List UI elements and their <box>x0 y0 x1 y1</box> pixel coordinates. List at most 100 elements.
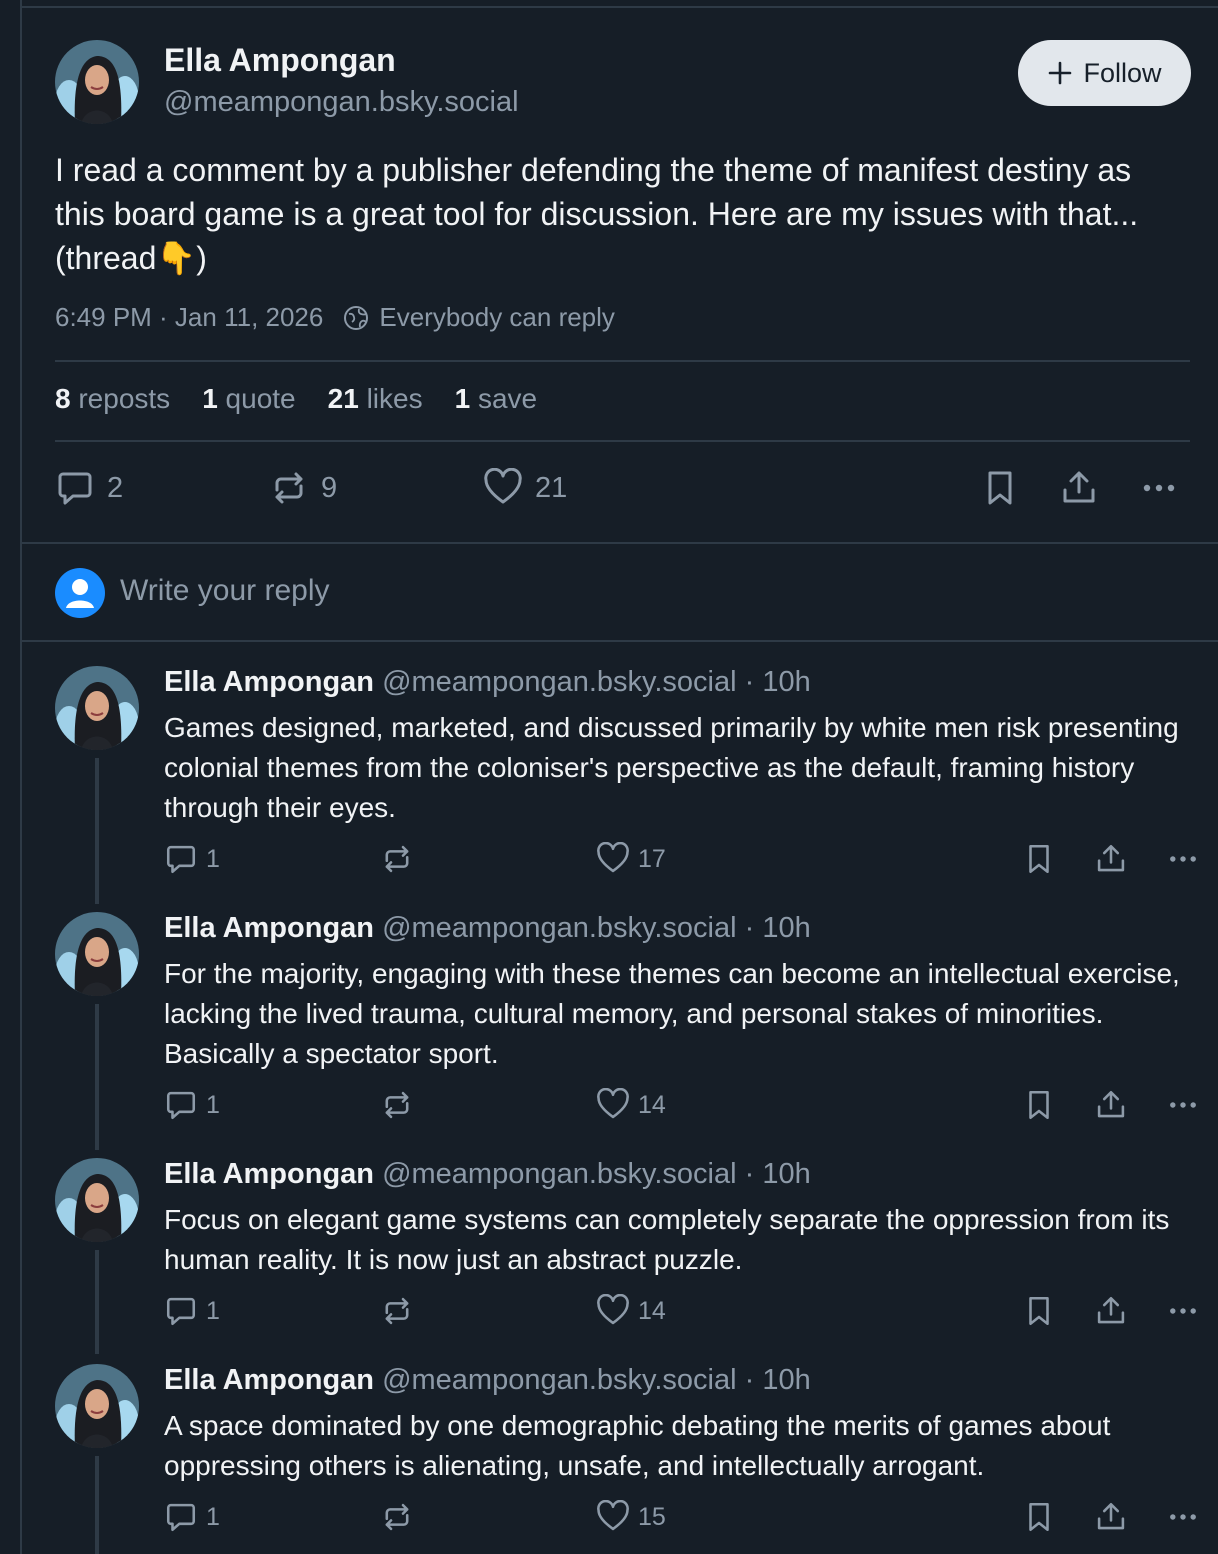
post-meta: 6:49 PM · Jan 11, 2026 Everybody can rep… <box>55 302 615 333</box>
like-count: 21 <box>535 471 568 504</box>
reply-button[interactable]: 2 <box>55 468 123 508</box>
reply-count: 1 <box>206 1296 220 1325</box>
author-avatar[interactable] <box>55 666 139 750</box>
like-button[interactable]: 15 <box>596 1500 666 1534</box>
like-count: 14 <box>638 1090 666 1119</box>
repost-arrows-icon <box>380 842 414 876</box>
reply-button[interactable]: 1 <box>164 1088 220 1122</box>
more-options-button[interactable] <box>1166 1500 1200 1534</box>
author-avatar[interactable] <box>55 40 139 124</box>
post-thread-view: Ella Ampongan @meampongan.bsky.social Fo… <box>20 0 1218 1554</box>
repost-button[interactable] <box>380 1294 414 1328</box>
thread-connector <box>95 1456 99 1554</box>
repost-button[interactable] <box>380 842 414 876</box>
plus-icon <box>1049 61 1072 85</box>
reply-count: 2 <box>107 471 124 504</box>
like-button[interactable]: 14 <box>596 1294 666 1328</box>
reply-count: 1 <box>206 1090 220 1119</box>
bookmark-icon <box>1022 842 1056 876</box>
post-actions: 2 9 21 <box>55 468 1192 512</box>
reply-input[interactable]: Write your reply <box>120 574 330 608</box>
divider <box>22 542 1218 544</box>
save-button[interactable] <box>1022 1500 1056 1534</box>
post-actions: 1 15 <box>164 1500 1194 1536</box>
more-dots-icon <box>1166 1294 1200 1328</box>
repost-button[interactable]: 9 <box>269 468 337 508</box>
like-button[interactable]: 17 <box>596 842 666 876</box>
author-name[interactable]: Ella Ampongan <box>164 42 396 79</box>
author-name[interactable]: Ella Ampongan <box>164 666 374 698</box>
repost-button[interactable] <box>380 1500 414 1534</box>
like-count: 15 <box>638 1502 666 1531</box>
author-handle-time[interactable]: @meampongan.bsky.social · 10h <box>382 1158 811 1190</box>
author-name[interactable]: Ella Ampongan <box>164 1364 374 1396</box>
like-count: 17 <box>638 844 666 873</box>
bookmark-icon <box>1022 1088 1056 1122</box>
top-divider <box>22 6 1218 8</box>
more-dots-icon <box>1166 1088 1200 1122</box>
reply-count: 1 <box>206 844 220 873</box>
share-button[interactable] <box>1094 1294 1128 1328</box>
share-icon <box>1094 1088 1128 1122</box>
quotes-stat[interactable]: 1 quote <box>202 383 295 415</box>
share-button[interactable] <box>1059 468 1099 508</box>
repost-button[interactable] <box>380 1088 414 1122</box>
reply-setting[interactable]: Everybody can reply <box>379 302 615 333</box>
divider <box>22 640 1218 642</box>
author-handle[interactable]: @meampongan.bsky.social <box>164 86 519 119</box>
post-timestamp[interactable]: 6:49 PM · Jan 11, 2026 <box>55 302 323 333</box>
reply-button[interactable]: 1 <box>164 842 220 876</box>
post-header: Ella Ampongan @meampongan.bsky.social · … <box>164 666 811 699</box>
more-options-button[interactable] <box>1166 842 1200 876</box>
speech-bubble-icon <box>55 468 95 508</box>
author-avatar[interactable] <box>55 1158 139 1242</box>
more-dots-icon <box>1166 842 1200 876</box>
heart-icon <box>596 1500 630 1534</box>
author-name[interactable]: Ella Ampongan <box>164 912 374 944</box>
post-header: Ella Ampongan @meampongan.bsky.social · … <box>164 1364 811 1397</box>
reply-button[interactable]: 1 <box>164 1294 220 1328</box>
bookmark-icon <box>980 468 1020 508</box>
post-stats: 8 reposts 1 quote 21 likes 1 save <box>55 383 537 415</box>
save-button[interactable] <box>1022 1294 1056 1328</box>
post-actions: 1 14 <box>164 1294 1194 1330</box>
save-button[interactable] <box>1022 842 1056 876</box>
heart-icon <box>596 1294 630 1328</box>
post-text: For the majority, engaging with these th… <box>164 958 1180 1069</box>
share-icon <box>1094 1294 1128 1328</box>
post-text: Games designed, marketed, and discussed … <box>164 712 1179 823</box>
author-avatar[interactable] <box>55 1364 139 1448</box>
reply-button[interactable]: 1 <box>164 1500 220 1534</box>
repost-count: 9 <box>321 471 338 504</box>
save-button[interactable] <box>980 468 1020 508</box>
like-count: 14 <box>638 1296 666 1325</box>
author-handle-time[interactable]: @meampongan.bsky.social · 10h <box>382 912 811 944</box>
post-text: I read a comment by a publisher defendin… <box>55 152 1139 276</box>
more-options-button[interactable] <box>1166 1088 1200 1122</box>
speech-bubble-icon <box>164 842 198 876</box>
globe-icon <box>344 305 369 330</box>
repost-arrows-icon <box>380 1500 414 1534</box>
bookmark-icon <box>1022 1294 1056 1328</box>
post-text: Focus on elegant game systems can comple… <box>164 1204 1170 1275</box>
follow-button[interactable]: Follow <box>1018 40 1191 106</box>
like-button[interactable]: 14 <box>596 1088 666 1122</box>
author-handle-time[interactable]: @meampongan.bsky.social · 10h <box>382 1364 811 1396</box>
share-icon <box>1059 468 1099 508</box>
share-button[interactable] <box>1094 842 1128 876</box>
reposts-stat[interactable]: 8 reposts <box>55 383 170 415</box>
author-name[interactable]: Ella Ampongan <box>164 1158 374 1190</box>
more-options-button[interactable] <box>1166 1294 1200 1328</box>
like-button[interactable]: 21 <box>483 468 567 508</box>
more-options-button[interactable] <box>1139 468 1179 508</box>
user-avatar <box>55 568 105 618</box>
author-handle-time[interactable]: @meampongan.bsky.social · 10h <box>382 666 811 698</box>
save-button[interactable] <box>1022 1088 1056 1122</box>
share-button[interactable] <box>1094 1088 1128 1122</box>
post-text: A space dominated by one demographic deb… <box>164 1410 1111 1481</box>
share-button[interactable] <box>1094 1500 1128 1534</box>
thread-connector <box>95 758 99 904</box>
thread-connector <box>95 1004 99 1150</box>
author-avatar[interactable] <box>55 912 139 996</box>
likes-stat[interactable]: 21 likes <box>328 383 423 415</box>
